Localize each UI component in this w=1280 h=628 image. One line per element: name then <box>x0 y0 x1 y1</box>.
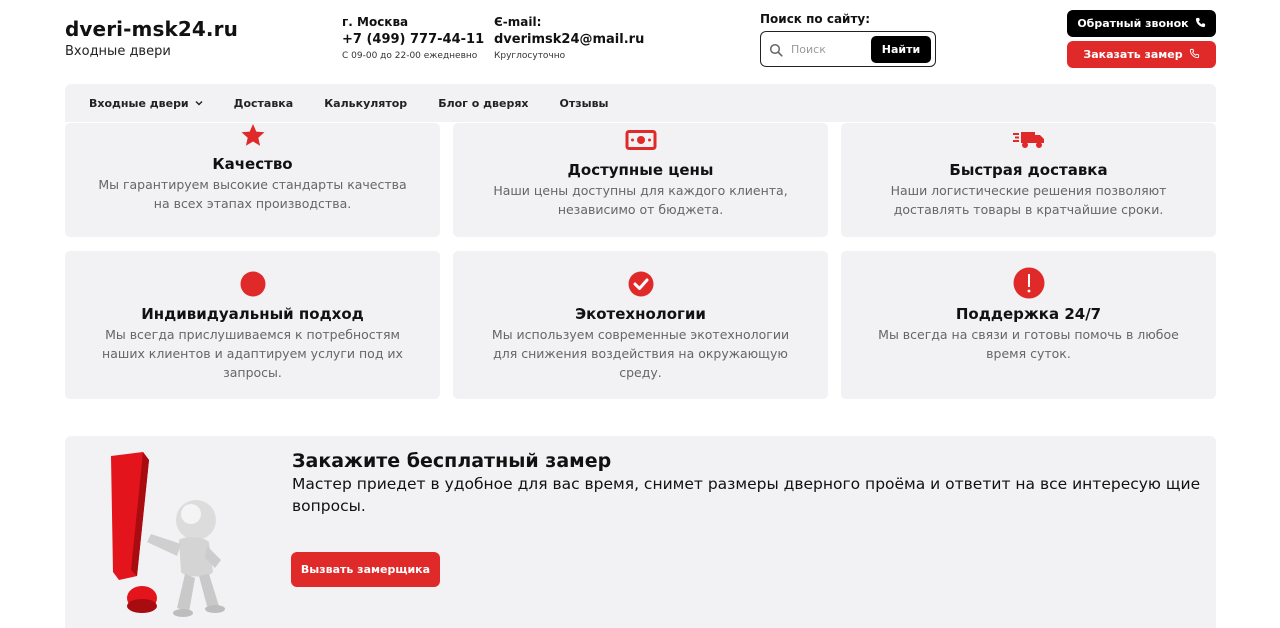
search-label: Поиск по сайту: <box>760 12 871 26</box>
feature-card-delivery: Быстрая доставка Наши логистические реше… <box>841 123 1216 237</box>
phone-number[interactable]: +7 (499) 777-44-11 <box>342 32 484 47</box>
feature-title: Экотехнологии <box>575 305 706 323</box>
free-measure-promo: Закажите бесплатный замер Мастер приедет… <box>65 436 1216 628</box>
logo-subtitle: Входные двери <box>65 44 171 59</box>
feature-title: Доступные цены <box>567 161 714 179</box>
city-label: г. Москва <box>342 15 409 29</box>
feature-title: Качество <box>212 155 293 173</box>
order-measure-label: Заказать замер <box>1083 48 1183 61</box>
promo-text: Мастер приедет в удобное для вас время, … <box>292 475 1201 515</box>
nav-item-label: Входные двери <box>89 96 189 110</box>
check-circle-icon <box>628 271 654 301</box>
feature-card-quality: Качество Мы гарантируем высокие стандарт… <box>65 123 440 237</box>
nav-item-calculator[interactable]: Калькулятор <box>324 97 407 110</box>
search-icon <box>769 42 783 57</box>
circle-icon <box>240 271 266 301</box>
truck-icon <box>1012 131 1045 153</box>
money-icon <box>625 129 657 155</box>
callback-button-label: Обратный звонок <box>1077 17 1189 30</box>
chevron-down-icon <box>195 97 203 110</box>
info-icon <box>1013 267 1045 303</box>
site-logo[interactable]: dveri-msk24.ru Входные двери <box>65 17 238 59</box>
feature-description: Мы всегда прислушиваемся к потребностям … <box>102 327 403 380</box>
feature-card-individual: Индивидуальный подход Мы всегда прислуши… <box>65 251 440 399</box>
phone-contact: г. Москва +7 (499) 777-44-11 С 09-00 до … <box>342 15 484 61</box>
phone-outline-icon <box>1189 48 1200 62</box>
nav-item-blog[interactable]: Блог о дверях <box>438 97 528 110</box>
feature-card-support: Поддержка 24/7 Мы всегда на связи и гото… <box>841 251 1216 399</box>
search-button[interactable]: Найти <box>871 35 931 63</box>
exclamation-figure-illustration <box>103 448 243 624</box>
nav-item-label: Доставка <box>233 96 294 110</box>
feature-title: Быстрая доставка <box>949 161 1108 179</box>
feature-description: Наши цены доступны для каждого клиента, … <box>493 183 788 217</box>
nav-item-label: Отзывы <box>559 96 609 110</box>
star-icon <box>240 123 266 151</box>
logo-title: dveri-msk24.ru <box>65 17 238 41</box>
search-input[interactable] <box>791 42 871 56</box>
phone-icon <box>1195 17 1206 31</box>
nav-item-label: Блог о дверях <box>438 96 529 110</box>
nav-item-reviews[interactable]: Отзывы <box>560 97 609 110</box>
search-box: Найти <box>760 31 936 67</box>
email-contact: Є-mail: dverimsk24@mail.ru Круглосуточно <box>494 15 644 61</box>
feature-description: Мы используем современные экотехнологии … <box>491 327 790 380</box>
feature-description: Мы всегда на связи и готовы помочь в люб… <box>878 327 1179 361</box>
nav-item-delivery[interactable]: Доставка <box>234 97 294 110</box>
main-nav: Входные двери Доставка Калькулятор Блог … <box>65 84 1216 122</box>
nav-item-label: Калькулятор <box>324 96 408 110</box>
feature-title: Индивидуальный подход <box>141 305 364 323</box>
feature-card-eco: Экотехнологии Мы используем современные … <box>453 251 828 399</box>
feature-title: Поддержка 24/7 <box>955 305 1102 323</box>
order-measure-button[interactable]: Заказать замер <box>1067 41 1216 68</box>
callback-button[interactable]: Обратный звонок <box>1067 10 1216 37</box>
site-search: Поиск по сайту: Найти <box>760 12 936 67</box>
call-measurer-button[interactable]: Вызвать замерщика <box>291 552 440 587</box>
feature-card-prices: Доступные цены Наши цены доступны для ка… <box>453 123 828 237</box>
promo-title: Закажите бесплатный замер <box>292 450 612 472</box>
email-label: Є-mail: <box>494 15 542 29</box>
email-address[interactable]: dverimsk24@mail.ru <box>494 32 644 47</box>
email-availability: Круглосуточно <box>494 51 566 61</box>
feature-description: Мы гарантируем высокие стандарты качеств… <box>98 177 407 211</box>
nav-item-doors[interactable]: Входные двери <box>89 97 203 110</box>
feature-description: Наши логистические решения позволяют дос… <box>890 183 1167 217</box>
working-hours: С 09-00 до 22-00 ежедневно <box>342 51 478 61</box>
